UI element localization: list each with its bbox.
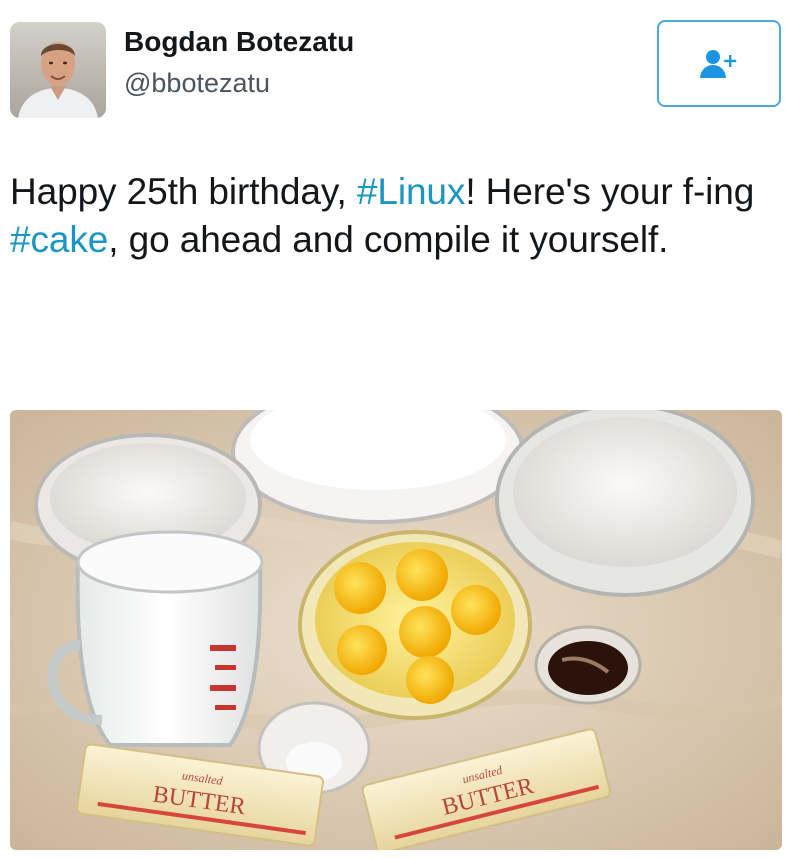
tweet-text-segment: Happy 25th birthday, <box>10 171 357 212</box>
add-user-icon <box>700 49 737 78</box>
avatar-photo <box>10 22 106 118</box>
avatar[interactable] <box>10 22 106 118</box>
hashtag-cake[interactable]: #cake <box>10 219 108 260</box>
tweet-card: Bogdan Botezatu @bbotezatu Happy 25th bi… <box>0 0 785 859</box>
user-name[interactable]: Bogdan Botezatu <box>124 26 354 58</box>
hashtag-linux[interactable]: #Linux <box>357 171 466 212</box>
user-handle[interactable]: @bbotezatu <box>124 68 270 99</box>
tweet-text: Happy 25th birthday, #Linux! Here's your… <box>10 168 780 264</box>
follow-button[interactable] <box>657 20 781 107</box>
tweet-media-photo[interactable]: unsalted BUTTER unsalted BUTTER <box>10 410 782 850</box>
tweet-text-segment: ! Here's your f-ing <box>465 171 755 212</box>
tweet-text-segment: , go ahead and compile it yourself. <box>108 219 669 261</box>
tweet-header: Bogdan Botezatu @bbotezatu <box>0 0 785 130</box>
cake-ingredients-image: unsalted BUTTER unsalted BUTTER <box>10 410 782 850</box>
